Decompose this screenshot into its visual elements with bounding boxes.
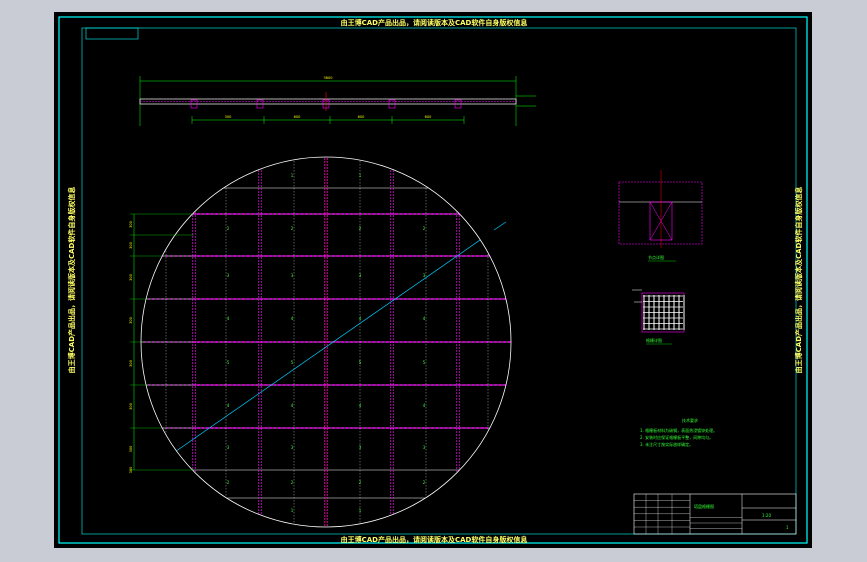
side-dimension-text: 300 (129, 274, 133, 281)
cell-number: 4 (423, 316, 426, 321)
detail-b-label: 格栅详图 (646, 337, 662, 343)
cell-number: 4 (359, 316, 362, 321)
side-dimension-text: 300 (129, 221, 133, 228)
title-drawing-name: 塔盘格栅图 (694, 503, 714, 509)
cell-number: 4 (423, 403, 426, 408)
cell-number: 2 (359, 480, 362, 485)
segment-dim-text: 600 (358, 115, 365, 119)
cell-number: 1 (359, 173, 362, 178)
plan-view: 300 300 300 300 300 300 300 300 1 1 2 2 2 2 3 3 3 3 4 4 4 4 5… (129, 156, 512, 528)
title-block: 塔盘格栅图 1:20 1 (633, 493, 797, 535)
note-1: 1. 格栅板材料为碳钢，表面热浸镀锌处理。 (640, 427, 717, 433)
overall-dimension-text: 3600 (324, 76, 333, 80)
detail-b: 格栅详图 (632, 289, 685, 345)
cell-number: 2 (227, 226, 230, 231)
cell-number: 2 (291, 226, 294, 231)
side-dimension-text: 300 (129, 360, 133, 367)
cell-number: 5 (359, 360, 362, 365)
cell-number: 4 (359, 403, 362, 408)
cell-number: 3 (359, 445, 362, 450)
detail-a-label: 节点详图 (648, 254, 664, 260)
outer-frame (58, 16, 808, 544)
cell-number: 1 (291, 173, 294, 178)
segment-dim-text: 300 (225, 115, 232, 119)
note-2: 2. 安装时应保证格栅板平整，间隙均匀。 (640, 434, 713, 440)
notes-title: 技术要求 (682, 417, 698, 423)
detail-a: 节点详图 (618, 170, 703, 262)
cell-number: 1 (291, 508, 294, 513)
cell-number: 2 (423, 226, 426, 231)
cell-number: 5 (291, 360, 294, 365)
watermark-right: 由王博CAD产品出品，请阅读版本及CAD软件自身版权信息 (794, 187, 803, 374)
cell-number: 2 (291, 480, 294, 485)
cell-number: 2 (359, 226, 362, 231)
cell-number: 2 (227, 480, 230, 485)
side-dimension-text: 300 (129, 242, 133, 249)
cell-number: 4 (291, 403, 294, 408)
side-dimension-text: 300 (129, 467, 133, 474)
elevation-view: 3600 300 600 600 600 (139, 76, 536, 126)
side-dimension-text: 300 (129, 317, 133, 324)
note-3: 3. 未注尺寸按实际放样确定。 (640, 441, 693, 447)
cell-number: 3 (291, 445, 294, 450)
cell-number: 3 (227, 273, 230, 278)
cell-number: 3 (227, 445, 230, 450)
title-sheet: 1 (786, 525, 789, 530)
cell-number: 5 (227, 360, 230, 365)
cell-number: 5 (423, 360, 426, 365)
cell-number: 3 (423, 273, 426, 278)
watermark-bottom: 由王博CAD产品出品，请阅读版本及CAD软件自身版权信息 (341, 535, 528, 544)
side-dimension-text: 300 (129, 446, 133, 453)
cell-number: 1 (359, 508, 362, 513)
side-dimension-text: 300 (129, 403, 133, 410)
title-scale: 1:20 (762, 513, 771, 518)
corner-label-box (85, 27, 139, 40)
cell-number: 3 (359, 273, 362, 278)
cell-number: 2 (423, 480, 426, 485)
cell-number: 3 (423, 445, 426, 450)
cell-number: 4 (291, 316, 294, 321)
cell-number: 4 (227, 403, 230, 408)
watermark-top: 由王博CAD产品出品，请阅读版本及CAD软件自身版权信息 (341, 18, 528, 27)
cad-viewport[interactable]: 由王博CAD产品出品，请阅读版本及CAD软件自身版权信息 由王博CAD产品出品，… (54, 12, 812, 548)
cell-number: 4 (227, 316, 230, 321)
cad-drawing: 由王博CAD产品出品，请阅读版本及CAD软件自身版权信息 由王博CAD产品出品，… (58, 16, 808, 544)
segment-dim-text: 600 (294, 115, 301, 119)
segment-dim-text: 600 (425, 115, 432, 119)
watermark-left: 由王博CAD产品出品，请阅读版本及CAD软件自身版权信息 (67, 187, 76, 374)
cell-number: 3 (291, 273, 294, 278)
technical-notes: 技术要求 1. 格栅板材料为碳钢，表面热浸镀锌处理。 2. 安装时应保证格栅板平… (640, 417, 717, 447)
